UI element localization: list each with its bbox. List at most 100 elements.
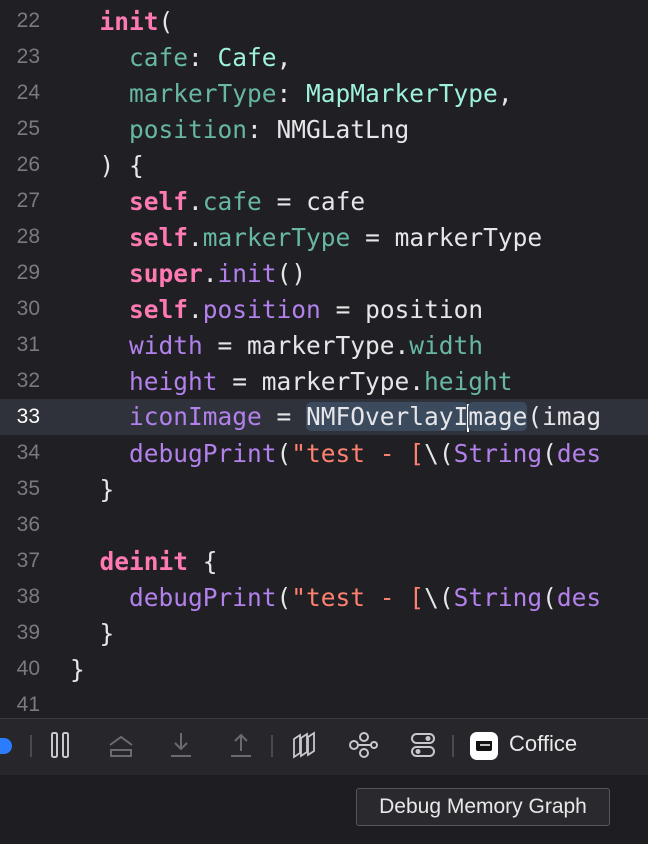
code-token: height xyxy=(424,366,513,396)
code-token: NMFOverlayI xyxy=(306,402,469,431)
code-line[interactable]: 39 } xyxy=(0,615,648,651)
code-token: des xyxy=(556,438,602,468)
debug-memory-graph-icon xyxy=(349,732,378,758)
line-number: 34 xyxy=(16,441,40,464)
code-token: : xyxy=(188,42,218,72)
code-line[interactable]: 28 self.markerType = markerType xyxy=(0,219,648,255)
code-token: } xyxy=(99,474,115,504)
step-out-button[interactable] xyxy=(225,729,257,761)
code-text: deinit { xyxy=(70,547,218,576)
code-token: , xyxy=(497,78,513,108)
code-text: } xyxy=(70,655,85,684)
toolbar-divider xyxy=(30,735,32,757)
step-over-button[interactable] xyxy=(105,729,137,761)
code-token: = markerType. xyxy=(217,366,425,396)
code-editor[interactable]: 22 init(23 cafe: Cafe, 24 markerType: Map… xyxy=(0,0,648,718)
environment-overrides-icon xyxy=(411,733,435,757)
app-icon[interactable] xyxy=(470,732,498,760)
code-token: width xyxy=(129,330,203,360)
code-token: \( xyxy=(424,438,454,468)
code-text: self.position = position xyxy=(70,295,483,324)
code-token: cafe xyxy=(202,186,262,216)
code-text: self.cafe = cafe xyxy=(70,187,365,216)
code-line[interactable]: 32 height = markerType.height xyxy=(0,363,648,399)
code-token: "test - [ xyxy=(291,438,425,468)
code-line[interactable]: 40} xyxy=(0,651,648,687)
line-number: 36 xyxy=(16,513,40,536)
code-token: = cafe xyxy=(261,186,366,216)
code-token: (imag xyxy=(527,402,602,431)
line-number: 38 xyxy=(16,585,40,608)
code-token: Cafe xyxy=(217,42,277,72)
line-number: 25 xyxy=(16,117,40,140)
code-line[interactable]: 34 debugPrint("test - [\(String(des xyxy=(0,435,648,471)
code-line[interactable]: 25 position: NMGLatLng xyxy=(0,111,648,147)
code-line[interactable]: 31 width = markerType.width xyxy=(0,327,648,363)
code-line[interactable]: 33 iconImage = NMFOverlayImage(imag xyxy=(0,399,648,435)
code-token: iconImage xyxy=(129,402,262,431)
code-token: cafe xyxy=(129,42,189,72)
code-token: height xyxy=(129,366,218,396)
code-token: = markerType xyxy=(350,222,543,252)
code-line[interactable]: 37 deinit { xyxy=(0,543,648,579)
debug-memory-graph-button[interactable] xyxy=(347,729,379,761)
code-token: . xyxy=(202,258,218,288)
code-token: ) { xyxy=(99,150,144,180)
code-line[interactable]: 29 super.init() xyxy=(0,255,648,291)
code-token: } xyxy=(70,654,85,684)
step-over-icon xyxy=(109,735,133,757)
code-line[interactable]: 41 xyxy=(0,687,648,718)
code-token: debugPrint xyxy=(129,582,277,612)
debug-view-hierarchy-icon xyxy=(293,731,315,759)
line-number: 23 xyxy=(16,45,40,68)
code-token: markerType xyxy=(129,78,277,108)
code-token: ( xyxy=(542,438,557,468)
code-line[interactable]: 22 init( xyxy=(0,3,648,39)
code-token: MapMarkerType xyxy=(306,78,498,108)
code-text: self.markerType = markerType xyxy=(70,223,542,252)
code-token: width xyxy=(409,330,484,360)
code-token: . xyxy=(188,222,203,252)
code-token: deinit xyxy=(99,546,189,576)
tooltip: Debug Memory Graph xyxy=(356,788,610,826)
code-text: position: NMGLatLng xyxy=(70,115,409,144)
code-token: = xyxy=(261,402,307,431)
code-line[interactable]: 26 ) { xyxy=(0,147,648,183)
step-out-icon xyxy=(231,733,251,757)
code-token: String xyxy=(453,438,543,468)
target-app-name[interactable]: Coffice xyxy=(509,731,577,757)
line-number: 26 xyxy=(16,153,40,176)
code-token: init xyxy=(217,258,277,288)
breakpoints-toggle[interactable] xyxy=(0,738,12,754)
environment-overrides-button[interactable] xyxy=(407,729,439,761)
code-token: self xyxy=(129,222,189,252)
code-line[interactable]: 36 xyxy=(0,507,648,543)
toolbar-divider xyxy=(452,735,454,757)
code-line[interactable]: 35 } xyxy=(0,471,648,507)
code-text: markerType: MapMarkerType, xyxy=(70,79,513,108)
code-token: self xyxy=(129,294,189,324)
code-token: position xyxy=(202,294,321,324)
code-token: \( xyxy=(424,582,454,612)
pause-icon xyxy=(51,732,69,758)
code-line[interactable]: 27 self.cafe = cafe xyxy=(0,183,648,219)
line-number: 37 xyxy=(16,549,40,572)
line-number: 35 xyxy=(16,477,40,500)
code-line[interactable]: 38 debugPrint("test - [\(String(des xyxy=(0,579,648,615)
code-text: debugPrint("test - [\(String(des xyxy=(70,583,601,612)
line-number: 27 xyxy=(16,189,40,212)
code-token: mage xyxy=(468,402,528,431)
code-token: = markerType. xyxy=(202,330,410,360)
code-token: des xyxy=(556,582,602,612)
step-into-button[interactable] xyxy=(165,729,197,761)
code-token: { xyxy=(188,546,218,576)
code-token: () xyxy=(276,258,307,288)
code-line[interactable]: 30 self.position = position xyxy=(0,291,648,327)
debug-view-hierarchy-button[interactable] xyxy=(288,729,320,761)
line-number: 32 xyxy=(16,369,40,392)
code-line[interactable]: 23 cafe: Cafe, xyxy=(0,39,648,75)
code-token: , xyxy=(276,42,292,72)
pause-button[interactable] xyxy=(44,729,76,761)
code-line[interactable]: 24 markerType: MapMarkerType, xyxy=(0,75,648,111)
line-number: 39 xyxy=(16,621,40,644)
